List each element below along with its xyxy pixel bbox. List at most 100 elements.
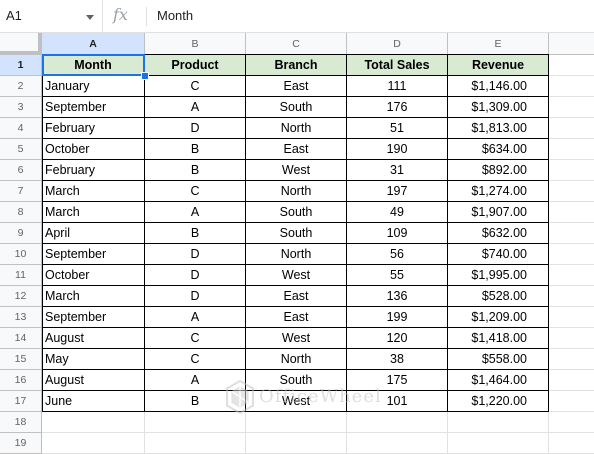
column-header-e[interactable]: E: [448, 33, 549, 55]
row-header-9[interactable]: 9: [0, 223, 42, 244]
empty-cell[interactable]: [549, 139, 594, 160]
table-cell[interactable]: October: [42, 139, 145, 160]
table-cell[interactable]: March: [42, 202, 145, 223]
column-header-c[interactable]: C: [246, 33, 347, 55]
empty-cell[interactable]: [549, 391, 594, 412]
table-cell[interactable]: February: [42, 118, 145, 139]
table-cell[interactable]: North: [246, 118, 347, 139]
table-cell[interactable]: March: [42, 181, 145, 202]
table-cell[interactable]: East: [246, 307, 347, 328]
table-cell[interactable]: West: [246, 328, 347, 349]
table-cell[interactable]: South: [246, 223, 347, 244]
column-header-a[interactable]: A: [42, 33, 145, 55]
table-cell[interactable]: A: [145, 370, 246, 391]
row-header-18[interactable]: 18: [0, 412, 42, 433]
row-header-7[interactable]: 7: [0, 181, 42, 202]
empty-cell[interactable]: [549, 76, 594, 97]
table-cell[interactable]: 56: [347, 244, 448, 265]
table-cell[interactable]: South: [246, 202, 347, 223]
table-cell[interactable]: North: [246, 244, 347, 265]
table-cell[interactable]: C: [145, 349, 246, 370]
empty-cell[interactable]: [549, 97, 594, 118]
empty-cell[interactable]: [549, 244, 594, 265]
row-header-6[interactable]: 6: [0, 160, 42, 181]
empty-cell[interactable]: [549, 118, 594, 139]
row-header-1[interactable]: 1: [0, 55, 42, 76]
table-cell[interactable]: $634.00: [448, 139, 549, 160]
row-header-2[interactable]: 2: [0, 76, 42, 97]
empty-cell[interactable]: [549, 307, 594, 328]
table-cell[interactable]: 109: [347, 223, 448, 244]
table-cell[interactable]: October: [42, 265, 145, 286]
table-cell[interactable]: B: [145, 139, 246, 160]
table-cell[interactable]: August: [42, 328, 145, 349]
table-cell[interactable]: East: [246, 76, 347, 97]
row-header-10[interactable]: 10: [0, 244, 42, 265]
table-cell[interactable]: B: [145, 391, 246, 412]
table-cell[interactable]: September: [42, 97, 145, 118]
table-cell[interactable]: North: [246, 181, 347, 202]
empty-cell[interactable]: [549, 202, 594, 223]
table-cell[interactable]: B: [145, 160, 246, 181]
row-header-14[interactable]: 14: [0, 328, 42, 349]
table-cell[interactable]: $528.00: [448, 286, 549, 307]
row-header-16[interactable]: 16: [0, 370, 42, 391]
table-cell[interactable]: June: [42, 391, 145, 412]
table-cell[interactable]: $1,464.00: [448, 370, 549, 391]
table-cell[interactable]: C: [145, 181, 246, 202]
table-cell[interactable]: 190: [347, 139, 448, 160]
table-cell[interactable]: $1,209.00: [448, 307, 549, 328]
table-cell[interactable]: $632.00: [448, 223, 549, 244]
formula-input[interactable]: Month: [157, 8, 193, 23]
empty-cell[interactable]: [549, 349, 594, 370]
table-cell[interactable]: $740.00: [448, 244, 549, 265]
empty-cell[interactable]: [549, 265, 594, 286]
table-cell[interactable]: $1,813.00: [448, 118, 549, 139]
table-cell[interactable]: East: [246, 286, 347, 307]
row-header-5[interactable]: 5: [0, 139, 42, 160]
table-cell[interactable]: B: [145, 223, 246, 244]
empty-cell[interactable]: [549, 412, 594, 433]
row-header-3[interactable]: 3: [0, 97, 42, 118]
table-cell[interactable]: January: [42, 76, 145, 97]
table-cell[interactable]: February: [42, 160, 145, 181]
table-cell[interactable]: $892.00: [448, 160, 549, 181]
empty-cell[interactable]: [549, 433, 594, 454]
table-cell[interactable]: 199: [347, 307, 448, 328]
row-header-8[interactable]: 8: [0, 202, 42, 223]
table-cell[interactable]: 38: [347, 349, 448, 370]
table-cell[interactable]: C: [145, 328, 246, 349]
row-header-17[interactable]: 17: [0, 391, 42, 412]
table-cell[interactable]: September: [42, 307, 145, 328]
table-cell[interactable]: A: [145, 202, 246, 223]
table-cell[interactable]: $1,418.00: [448, 328, 549, 349]
table-cell[interactable]: April: [42, 223, 145, 244]
table-cell[interactable]: 49: [347, 202, 448, 223]
row-header-11[interactable]: 11: [0, 265, 42, 286]
empty-cell[interactable]: [549, 370, 594, 391]
empty-cell[interactable]: [549, 55, 594, 76]
table-cell[interactable]: West: [246, 391, 347, 412]
header-cell[interactable]: Product: [145, 55, 246, 76]
empty-cell[interactable]: [549, 181, 594, 202]
table-cell[interactable]: 136: [347, 286, 448, 307]
empty-cell[interactable]: [549, 286, 594, 307]
empty-cell[interactable]: [549, 223, 594, 244]
table-cell[interactable]: 51: [347, 118, 448, 139]
empty-cell[interactable]: [246, 412, 347, 433]
table-cell[interactable]: A: [145, 97, 246, 118]
table-cell[interactable]: West: [246, 265, 347, 286]
table-cell[interactable]: D: [145, 118, 246, 139]
table-cell[interactable]: 55: [347, 265, 448, 286]
empty-cell[interactable]: [347, 412, 448, 433]
table-cell[interactable]: $1,907.00: [448, 202, 549, 223]
table-cell[interactable]: $558.00: [448, 349, 549, 370]
table-cell[interactable]: September: [42, 244, 145, 265]
chevron-down-icon[interactable]: [86, 15, 94, 20]
header-cell[interactable]: Total Sales: [347, 55, 448, 76]
table-cell[interactable]: $1,146.00: [448, 76, 549, 97]
table-cell[interactable]: D: [145, 244, 246, 265]
table-cell[interactable]: A: [145, 307, 246, 328]
table-cell[interactable]: 31: [347, 160, 448, 181]
table-cell[interactable]: D: [145, 265, 246, 286]
